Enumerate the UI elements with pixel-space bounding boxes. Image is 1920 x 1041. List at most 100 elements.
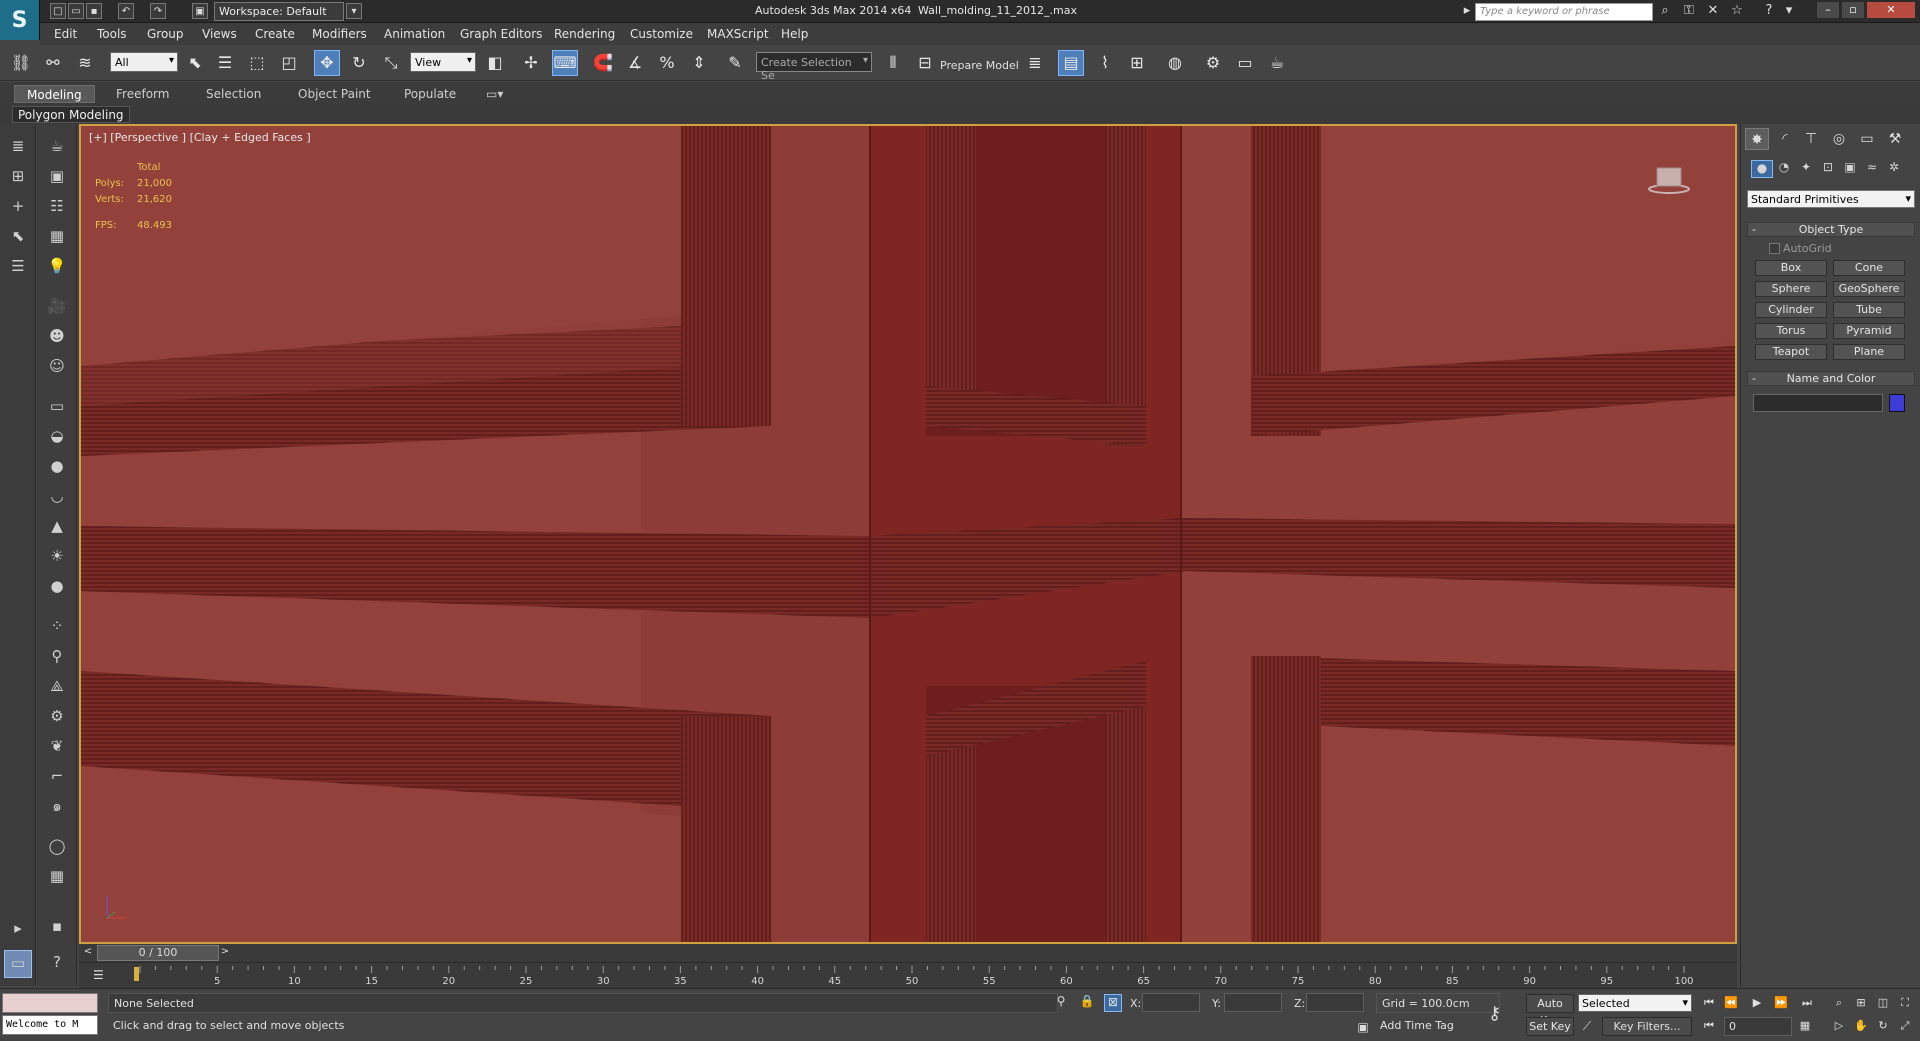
orbit-icon[interactable]: ↻ [1874, 1017, 1892, 1035]
minimize-button[interactable]: – [1816, 1, 1840, 19]
x-coordinate-input[interactable] [1142, 993, 1200, 1012]
subscription-key-icon[interactable]: ⚿ [1680, 3, 1698, 20]
selection-lock-icon[interactable]: 🔒 [1078, 994, 1096, 1012]
layer-manager-icon[interactable]: ≣ [1022, 50, 1048, 76]
object-type-rollout-header[interactable]: - Object Type [1747, 222, 1915, 237]
create-icon[interactable]: + [6, 194, 30, 218]
box-button[interactable]: Box [1755, 260, 1827, 276]
geometry-category-icon[interactable]: ● [1751, 160, 1773, 178]
named-selection-set-dropdown[interactable]: Create Selection Se [756, 52, 872, 82]
teapot-button[interactable]: Teapot [1755, 344, 1827, 360]
y-coordinate-input[interactable] [1224, 993, 1282, 1012]
person-icon[interactable]: ☻ [45, 324, 69, 348]
plane-object-icon[interactable]: ▭ [45, 394, 69, 418]
new-file-icon[interactable]: □ [50, 3, 66, 19]
workspace-dropdown[interactable]: Workspace: Default [214, 2, 344, 21]
window-crossing-icon[interactable]: ◰ [276, 50, 302, 76]
table-grid-icon[interactable]: ▦ [45, 864, 69, 888]
menu-help[interactable]: Help [781, 27, 808, 41]
characters-icon[interactable]: ☺ [45, 354, 69, 378]
edit-named-selection-icon[interactable]: ✎ [722, 50, 748, 76]
z-coordinate-input[interactable] [1306, 993, 1364, 1012]
sphere-object-icon[interactable]: ● [45, 454, 69, 478]
helpers-category-icon[interactable]: ▣ [1839, 160, 1861, 178]
autogrid-checkbox[interactable] [1769, 243, 1780, 254]
default-tangent-icon[interactable]: ⟋ [1578, 1019, 1596, 1037]
time-tag-icon[interactable]: ▣ [1354, 1020, 1372, 1038]
mini-curve-editor-icon[interactable]: ☰ [93, 968, 104, 982]
hierarchy-panel-tab-icon[interactable]: ⊤ [1799, 128, 1823, 150]
search-expand-icon[interactable]: ▸ [1458, 3, 1476, 20]
help-circle-icon[interactable]: ? [45, 950, 69, 974]
gold-sphere-icon[interactable]: ● [45, 574, 69, 598]
pan-view-icon[interactable]: ✋ [1852, 1017, 1870, 1035]
dynamics-icon[interactable]: ⚲ [45, 644, 69, 668]
reactor-icon[interactable]: ⟁ [45, 674, 69, 698]
open-file-icon[interactable]: ▭ [68, 3, 84, 19]
tab-modeling[interactable]: Modeling [14, 85, 95, 103]
globe-icon[interactable]: ◯ [45, 834, 69, 858]
zoom-extents-icon[interactable]: ◫ [1874, 994, 1892, 1012]
set-key-button[interactable]: Set Key [1526, 1017, 1574, 1036]
previous-frame-icon[interactable]: ⏪ [1722, 994, 1740, 1012]
select-object-icon[interactable]: ⬉ [182, 50, 208, 76]
select-by-name-icon[interactable]: ☰ [212, 50, 238, 76]
project-folder-icon[interactable]: ▣ [192, 3, 208, 19]
field-of-view-icon[interactable]: ▷ [1830, 1017, 1848, 1035]
expand-arrow-icon[interactable]: ▸ [6, 916, 30, 940]
polygon-modeling-panel[interactable]: Polygon Modeling [12, 106, 130, 123]
zoom-all-icon[interactable]: ⊞ [1852, 994, 1870, 1012]
sun-icon[interactable]: ☀ [45, 544, 69, 568]
rect-selection-icon[interactable]: ⬚ [244, 50, 270, 76]
menu-tools[interactable]: Tools [97, 27, 127, 41]
primitive-category-dropdown[interactable]: Standard Primitives [1747, 190, 1915, 208]
modify-panel-tab-icon[interactable]: ◜ [1773, 128, 1797, 150]
plane-button[interactable]: Plane [1833, 344, 1905, 360]
cone-button[interactable]: Cone [1833, 260, 1905, 276]
name-color-rollout-header[interactable]: - Name and Color [1747, 371, 1915, 386]
zoom-extents-all-icon[interactable]: ⛶ [1896, 994, 1914, 1012]
close-button[interactable]: ✕ [1866, 1, 1916, 19]
shapes-category-icon[interactable]: ◔ [1773, 160, 1795, 178]
track-bar[interactable]: ☰ 5 10 15 20 25 30 35 40 45 50 55 60 65 70 75 80 85 90 95 1… [79, 962, 1737, 988]
lights-category-icon[interactable]: ✦ [1795, 160, 1817, 178]
maximize-button[interactable]: ▫ [1841, 1, 1865, 19]
pivot-center-icon[interactable]: ◧ [482, 50, 508, 76]
unlink-icon[interactable]: ⚯ [40, 50, 66, 76]
motion-panel-tab-icon[interactable]: ◎ [1827, 128, 1851, 150]
cone-object-icon[interactable]: ▲ [45, 514, 69, 538]
viewport-layout-icon[interactable]: ▭ [4, 950, 32, 978]
key-mode-toggle-icon[interactable]: ⏮ [1700, 1017, 1718, 1035]
sphere-button[interactable]: Sphere [1755, 281, 1827, 297]
material-editor-icon[interactable]: ◍ [1162, 50, 1188, 76]
mirror-icon[interactable]: ⫴ [880, 50, 906, 76]
layer-explorer-icon[interactable]: ☰ [6, 254, 30, 278]
time-slider[interactable]: < 0 / 100 > [79, 944, 1737, 962]
create-panel-tab-icon[interactable]: ✸ [1745, 128, 1769, 150]
select-scale-icon[interactable]: ⤡ [378, 50, 404, 76]
cameras-category-icon[interactable]: ⊡ [1817, 160, 1839, 178]
object-name-input[interactable] [1753, 394, 1883, 412]
time-next-arrow-icon[interactable]: > [219, 946, 231, 960]
shell-icon[interactable]: ๑ [45, 794, 69, 818]
camera-icon[interactable]: 🎥 [45, 294, 69, 318]
favorites-star-icon[interactable]: ☆ [1728, 3, 1746, 20]
menu-create[interactable]: Create [255, 27, 295, 41]
gear-icon[interactable]: ⚙ [45, 704, 69, 728]
systems-category-icon[interactable]: ✲ [1883, 160, 1905, 178]
maxscript-output[interactable]: Welcome to M [2, 1015, 98, 1035]
layer-add-icon[interactable]: ⊞ [6, 164, 30, 188]
bind-space-warp-icon[interactable]: ≋ [72, 50, 98, 76]
time-config-icon[interactable]: ▦ [1796, 1017, 1814, 1035]
viewport-label[interactable]: [+] [Perspective ] [Clay + Edged Faces ] [89, 131, 311, 144]
select-manipulate-icon[interactable]: ✢ [518, 50, 544, 76]
image-icon[interactable]: ▣ [45, 164, 69, 188]
go-to-end-icon[interactable]: ⏭ [1798, 994, 1816, 1012]
align-icon[interactable]: ⊟ [912, 50, 938, 76]
render-setup-icon[interactable]: ⚙ [1200, 50, 1226, 76]
select-rotate-icon[interactable]: ↻ [346, 50, 372, 76]
go-to-start-icon[interactable]: ⏮ [1700, 994, 1718, 1012]
angle-snap-icon[interactable]: ∡ [622, 50, 648, 76]
geosphere-button[interactable]: GeoSphere [1833, 281, 1905, 297]
tab-freeform[interactable]: Freeform [104, 85, 181, 103]
